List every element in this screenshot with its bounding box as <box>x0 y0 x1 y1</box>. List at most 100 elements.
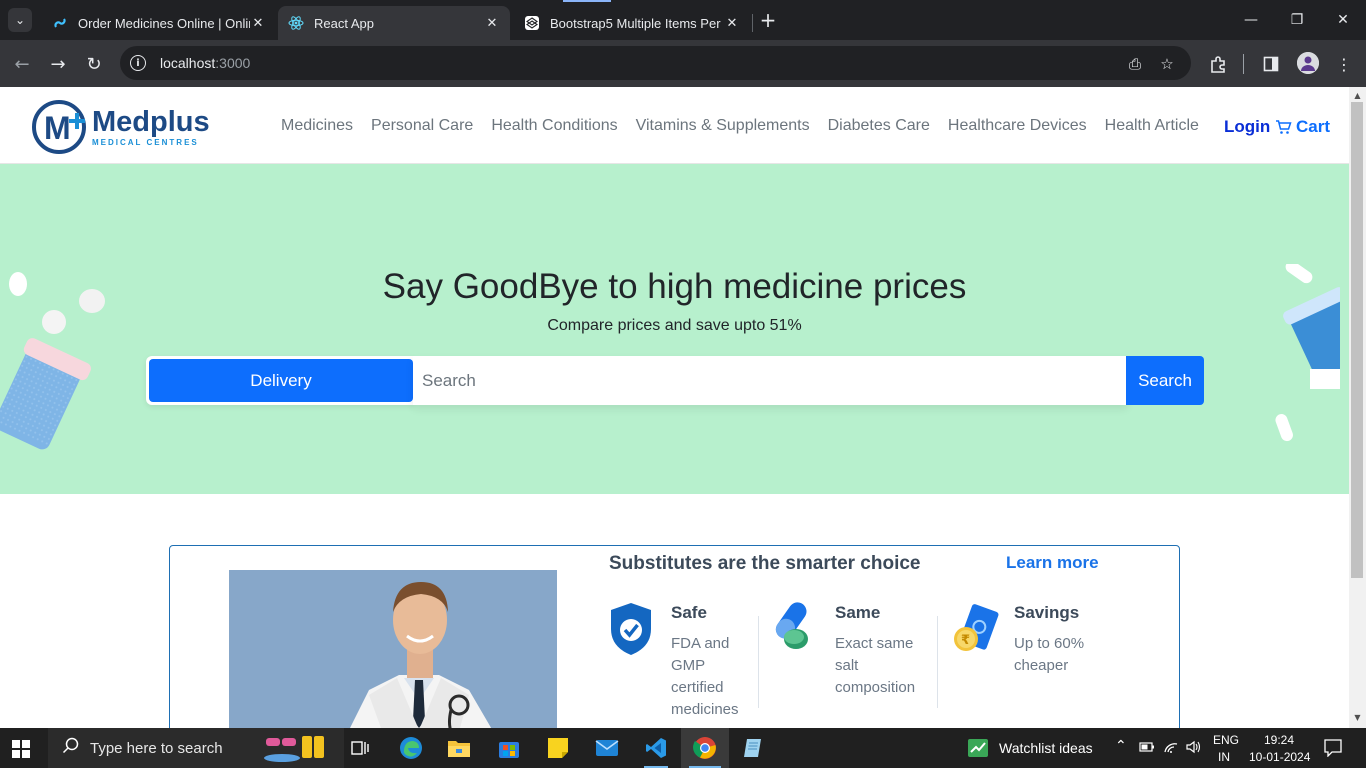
feature-safe-desc: FDA and GMP certified medicines <box>671 635 739 718</box>
menu-health-article[interactable]: Health Article <box>1105 117 1199 135</box>
mail-icon[interactable] <box>583 728 631 768</box>
cart-link[interactable]: Cart <box>1275 117 1330 137</box>
clock-date[interactable]: 10-01-2024 <box>1249 750 1310 764</box>
language-bottom[interactable]: IN <box>1218 750 1230 764</box>
substitutes-title: Substitutes are the smarter choice <box>609 553 921 574</box>
delivery-wrapper: Delivery <box>146 356 414 405</box>
logo-tagline: MEDICAL CENTRES <box>92 138 199 147</box>
learn-more-link[interactable]: Learn more <box>1006 553 1099 573</box>
doctor-photo <box>229 570 557 728</box>
minimize-icon[interactable]: — <box>1228 0 1274 40</box>
forward-arrow-icon[interactable]: → <box>44 50 72 78</box>
scroll-up-arrow-icon[interactable]: ▲ <box>1353 91 1362 100</box>
restore-icon[interactable]: ❐ <box>1274 0 1320 40</box>
rupee-savings-icon: ₹ <box>954 604 999 651</box>
install-app-icon[interactable]: ⎙ <box>1126 55 1144 73</box>
page-scrollbar[interactable]: ▲ ▼ <box>1349 87 1366 728</box>
close-tab-icon[interactable]: ✕ <box>250 15 266 31</box>
side-panel-icon[interactable] <box>1260 53 1282 75</box>
cart-icon <box>1276 120 1292 134</box>
menu-vitamins-supplements[interactable]: Vitamins & Supplements <box>636 117 810 135</box>
menu-personal-care[interactable]: Personal Care <box>371 117 473 135</box>
delivery-button[interactable]: Delivery <box>149 359 413 402</box>
browser-toolbar: ← → ↻ i localhost:3000 ⎙ ☆ ⋮ <box>0 40 1366 87</box>
notepad-icon[interactable] <box>729 728 777 768</box>
reload-icon[interactable]: ↻ <box>80 50 108 78</box>
search-highlight-art-icon <box>264 736 324 762</box>
browser-menu-icon[interactable]: ⋮ <box>1333 53 1355 75</box>
close-tab-icon[interactable]: ✕ <box>724 15 740 31</box>
search-input[interactable] <box>413 356 1127 405</box>
medplus-logo[interactable]: M Medplus MEDICAL CENTRES <box>32 99 210 155</box>
extensions-puzzle-icon[interactable] <box>1207 53 1229 75</box>
menu-healthcare-devices[interactable]: Healthcare Devices <box>948 117 1087 135</box>
browser-tab-bar: ⌄ Order Medicines Online | Onlin ✕ React… <box>0 0 1366 40</box>
medplus-favicon-icon <box>52 15 68 31</box>
tab-separator <box>752 14 753 32</box>
feature-safe-title: Safe <box>671 603 707 622</box>
tab-bootstrap[interactable]: Bootstrap5 Multiple Items Per S ✕ <box>514 6 750 40</box>
new-tab-plus-icon[interactable]: + <box>758 8 778 32</box>
close-tab-icon[interactable]: ✕ <box>484 15 500 31</box>
scroll-down-arrow-icon[interactable]: ▼ <box>1353 713 1362 722</box>
menu-diabetes-care[interactable]: Diabetes Care <box>828 117 930 135</box>
battery-icon[interactable] <box>1139 740 1155 758</box>
windows-taskbar: Type here to search Watchlist ideas ⌃ EN… <box>0 728 1366 768</box>
page-viewport: M Medplus MEDICAL CENTRES Medicines Pers… <box>0 87 1349 728</box>
main-menu: Medicines Personal Care Health Condition… <box>281 117 1199 135</box>
toolbar-divider <box>1243 54 1244 74</box>
feature-same-desc: Exact same salt composition <box>835 635 916 696</box>
address-bar[interactable]: i localhost:3000 ⎙ ☆ <box>120 46 1191 80</box>
menu-health-conditions[interactable]: Health Conditions <box>491 117 617 135</box>
windows-start-icon[interactable] <box>12 740 30 758</box>
feature-savings-desc: Up to 60% cheaper <box>1014 635 1085 674</box>
watchlist-widget-label[interactable]: Watchlist ideas <box>999 740 1093 756</box>
site-info-icon[interactable]: i <box>130 55 146 71</box>
svg-text:₹: ₹ <box>961 633 970 648</box>
clock-time[interactable]: 19:24 <box>1264 733 1294 747</box>
logo-name: Medplus <box>92 106 210 138</box>
feature-divider <box>937 616 938 708</box>
scrollbar-thumb[interactable] <box>1351 102 1363 578</box>
tab-medplus[interactable]: Order Medicines Online | Onlin ✕ <box>42 6 276 40</box>
cart-label: Cart <box>1296 117 1331 136</box>
sticky-notes-icon[interactable] <box>534 728 582 768</box>
search-icon <box>62 737 80 759</box>
vscode-icon[interactable] <box>632 728 680 768</box>
medplus-logo-icon: M <box>32 100 86 154</box>
hero-banner: Say GoodBye to high medicine prices Comp… <box>0 164 1349 494</box>
watchlist-widget-icon[interactable] <box>968 739 988 757</box>
wifi-icon[interactable] <box>1163 740 1179 758</box>
url-host: localhost <box>160 55 216 71</box>
tab-search-chevron-icon[interactable]: ⌄ <box>8 8 32 32</box>
shield-check-icon <box>611 603 651 655</box>
capsule-icon <box>775 602 808 649</box>
volume-icon[interactable] <box>1186 740 1202 758</box>
close-window-icon[interactable]: ✕ <box>1320 0 1366 40</box>
language-top[interactable]: ENG <box>1213 733 1239 747</box>
feature-divider <box>758 616 759 708</box>
chrome-icon[interactable] <box>681 728 729 768</box>
edge-browser-icon[interactable] <box>387 728 435 768</box>
task-view-icon[interactable] <box>336 728 384 768</box>
substitutes-card: Substitutes are the smarter choice Learn… <box>169 545 1180 728</box>
site-navbar: M Medplus MEDICAL CENTRES Medicines Pers… <box>0 87 1349 164</box>
file-explorer-icon[interactable] <box>435 728 483 768</box>
login-link[interactable]: Login <box>1224 117 1270 137</box>
tab-react-app[interactable]: React App ✕ <box>278 6 510 40</box>
tab-title: React App <box>314 15 374 31</box>
bookmark-star-icon[interactable]: ☆ <box>1158 55 1176 73</box>
tab-strip-indicator <box>563 0 611 2</box>
notification-center-icon[interactable] <box>1324 739 1342 761</box>
feature-savings-title: Savings <box>1014 603 1080 622</box>
search-button[interactable]: Search <box>1126 356 1204 405</box>
back-arrow-icon[interactable]: ← <box>8 50 36 78</box>
url-text[interactable]: localhost:3000 <box>160 55 250 71</box>
show-hidden-icons-chevron-icon[interactable]: ⌃ <box>1115 738 1127 754</box>
taskbar-search[interactable]: Type here to search <box>48 728 344 768</box>
taskbar-search-placeholder: Type here to search <box>90 739 223 757</box>
url-port: :3000 <box>215 55 251 71</box>
profile-avatar[interactable] <box>1297 52 1319 74</box>
microsoft-store-icon[interactable] <box>485 728 533 768</box>
menu-medicines[interactable]: Medicines <box>281 117 353 135</box>
